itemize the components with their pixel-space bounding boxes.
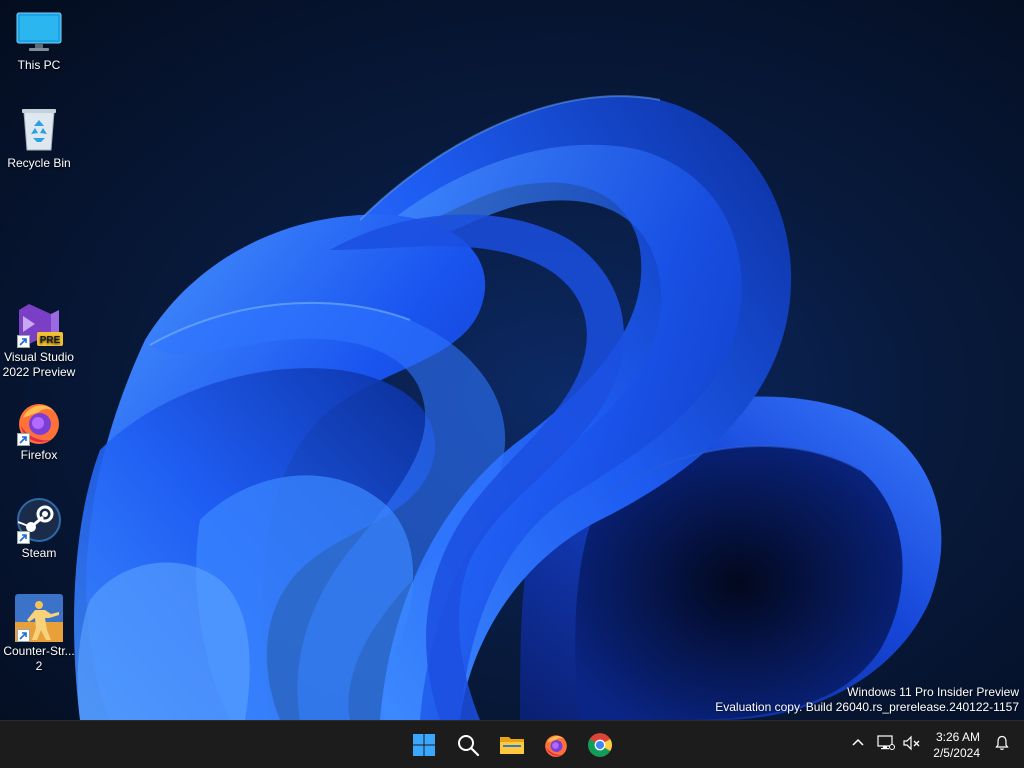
bell-icon — [994, 735, 1010, 756]
shortcut-arrow-icon — [17, 335, 30, 348]
search-button[interactable] — [448, 725, 488, 765]
shortcut-arrow-icon — [17, 629, 30, 642]
desktop-icon-recycle-bin[interactable]: Recycle Bin — [0, 106, 78, 171]
show-hidden-icons-button[interactable] — [845, 725, 871, 765]
desktop-icon-label: Firefox — [20, 448, 58, 462]
shortcut-arrow-icon — [17, 531, 30, 544]
chrome-icon — [587, 732, 613, 758]
desktop-icon-steam[interactable]: Steam — [0, 496, 78, 561]
windows-logo-icon — [412, 733, 436, 757]
monitor-icon — [15, 8, 63, 56]
desktop-icon-visual-studio[interactable]: PRE Visual Studio 2022 Preview — [0, 300, 78, 380]
clock-time: 3:26 AM — [935, 730, 980, 744]
watermark-build: Evaluation copy. Build 26040.rs_prerelea… — [715, 700, 1019, 714]
notifications-button[interactable] — [988, 725, 1024, 765]
file-explorer-button[interactable] — [492, 725, 532, 765]
desktop-icon-label: Visual Studio 2022 Preview — [2, 350, 76, 379]
taskbar: 3:26 AM 2/5/2024 — [0, 720, 1024, 768]
system-tray: 3:26 AM 2/5/2024 — [845, 721, 1024, 769]
start-button[interactable] — [404, 725, 444, 765]
firefox-icon — [15, 398, 63, 446]
volume-muted-icon — [903, 735, 921, 756]
search-icon — [456, 733, 480, 757]
visual-studio-icon: PRE — [15, 300, 63, 348]
chrome-taskbar-button[interactable] — [580, 725, 620, 765]
clock[interactable]: 3:26 AM 2/5/2024 — [927, 729, 988, 761]
watermark-edition: Windows 11 Pro Insider Preview — [847, 685, 1019, 699]
desktop-icon-label: Counter-Str... 2 — [3, 644, 75, 673]
desktop-icon-this-pc[interactable]: This PC — [0, 8, 78, 73]
bloom-wallpaper — [74, 95, 942, 720]
desktop-icon-label: This PC — [17, 58, 61, 72]
desktop-icon-counter-strike[interactable]: Counter-Str... 2 — [0, 594, 78, 674]
network-icon — [877, 734, 896, 756]
firefox-icon — [543, 732, 569, 758]
taskbar-pinned-apps — [402, 721, 622, 769]
network-volume-button[interactable] — [871, 725, 927, 765]
folder-icon — [499, 733, 525, 757]
recycle-bin-icon — [15, 106, 63, 154]
desktop-icon-firefox[interactable]: Firefox — [0, 398, 78, 463]
desktop-icon-label: Recycle Bin — [7, 156, 71, 170]
shortcut-arrow-icon — [17, 433, 30, 446]
counter-strike-icon — [15, 594, 63, 642]
firefox-taskbar-button[interactable] — [536, 725, 576, 765]
desktop[interactable]: This PC Recycle Bin PRE Visual Studio 20… — [0, 0, 1024, 720]
preview-badge: PRE — [40, 335, 61, 346]
chevron-up-icon — [851, 736, 865, 755]
evaluation-watermark: Windows 11 Pro Insider Preview Evaluatio… — [715, 685, 1019, 715]
clock-date: 2/5/2024 — [933, 746, 980, 760]
steam-icon — [15, 496, 63, 544]
desktop-icon-label: Steam — [21, 546, 57, 560]
